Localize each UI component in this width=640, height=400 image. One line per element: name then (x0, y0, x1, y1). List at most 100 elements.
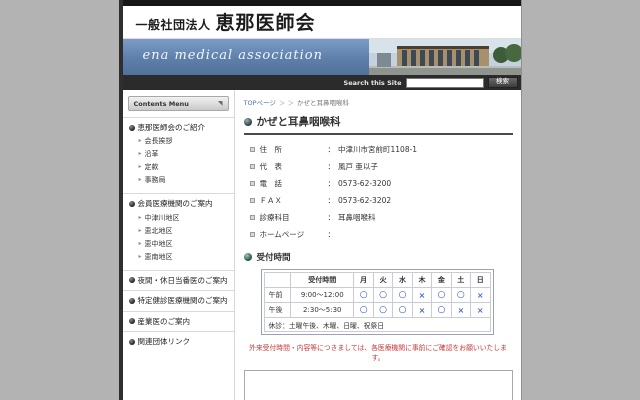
sidebar-subitem-label: 恵中地区 (145, 239, 173, 249)
hours-mark-cell: ○ (354, 303, 373, 318)
info-colon: ： (328, 212, 336, 223)
sidebar-subitem-label: 沿革 (145, 149, 159, 159)
hours-row-label: 午前 (264, 288, 291, 303)
main-row: Contents Menu ◥ 恵那医師会のご紹介▸会長挨拶▸沿革▸定款▸事務局… (123, 90, 521, 400)
hours-mark-cell: ○ (451, 288, 470, 303)
bullet-sphere-icon (244, 118, 252, 126)
hours-day-header: 水 (393, 273, 412, 288)
sidebar-subitem-label: 恵北地区 (145, 226, 173, 236)
hours-mark-cell: × (412, 303, 431, 318)
info-value: 風戸 亜以子 (338, 161, 378, 172)
sidebar: Contents Menu ◥ 恵那医師会のご紹介▸会長挨拶▸沿革▸定款▸事務局… (123, 90, 235, 400)
hours-mark-cell: ○ (393, 303, 412, 318)
info-value: 0573-62-3202 (338, 196, 391, 205)
square-bullet-icon (250, 198, 255, 203)
info-row: ＦＡＸ：0573-62-3202 (250, 195, 513, 206)
sidebar-section-label: 会員医療機関のご案内 (138, 199, 213, 208)
sidebar-subitem[interactable]: ▸沿革 (139, 149, 231, 159)
sidebar-section-link[interactable]: 会員医療機関のご案内 (129, 199, 231, 208)
building-photo (369, 39, 521, 75)
sidebar-subitem-label: 恵南地区 (145, 252, 173, 262)
breadcrumb-home-link[interactable]: TOPページ (244, 99, 276, 107)
clinic-info-list: 住 所：中津川市宮前町1108-1 代 表：風戸 亜以子電 話：0573-62-3… (250, 144, 513, 240)
hours-mark-cell: × (471, 288, 491, 303)
triangle-bullet-icon: ▸ (139, 228, 142, 234)
sidebar-subitem[interactable]: ▸恵中地区 (139, 239, 231, 249)
hours-corner-cell (264, 273, 291, 288)
sidebar-section-label: 恵那医師会のご紹介 (138, 123, 206, 132)
triangle-bullet-icon: ▸ (139, 164, 142, 170)
sidebar-section-link[interactable]: 関連団体リンク (129, 337, 231, 346)
search-button[interactable]: 検索 (488, 77, 518, 88)
triangle-bullet-icon: ▸ (139, 177, 142, 183)
sidebar-section-label: 夜間・休日当番医のご案内 (138, 276, 228, 285)
contents-menu-header[interactable]: Contents Menu ◥ (128, 96, 229, 111)
triangle-bullet-icon: ▸ (139, 241, 142, 247)
sidebar-section: 夜間・休日当番医のご案内 (123, 270, 234, 290)
hours-day-header: 土 (451, 273, 470, 288)
hours-day-header: 月 (354, 273, 373, 288)
page-container: 一般社団法人 恵那医師会 ena medical association Sea… (119, 0, 522, 400)
hours-section-title: 受付時間 (257, 251, 291, 263)
sidebar-subitem[interactable]: ▸事務局 (139, 175, 231, 185)
sidebar-section: 特定健診医療機関のご案内 (123, 290, 234, 310)
sidebar-section-link[interactable]: 特定健診医療機関のご案内 (129, 296, 231, 305)
site-title: 恵那医師会 (216, 14, 316, 33)
hours-mark-cell: × (451, 303, 470, 318)
hours-row-label: 午後 (264, 303, 291, 318)
hours-row: 午前9:00～12:00○○○×○○× (264, 288, 490, 303)
bullet-sphere-icon (244, 253, 252, 261)
hours-row: 午後2:30～5:30○○○×○×× (264, 303, 490, 318)
breadcrumb-separator: ＞ ＞ (279, 99, 294, 107)
square-bullet-icon (250, 164, 255, 169)
info-label: 住 所 (260, 144, 328, 155)
square-bullet-icon (250, 147, 255, 152)
info-label: ＦＡＸ (260, 195, 328, 206)
breadcrumb-current: かぜと耳鼻咽喉科 (297, 99, 349, 107)
info-label: 診療科目 (260, 212, 328, 223)
search-input[interactable] (406, 78, 484, 88)
sidebar-section-link[interactable]: 夜間・休日当番医のご案内 (129, 276, 231, 285)
sidebar-section: 関連団体リンク (123, 331, 234, 351)
sidebar-subitem[interactable]: ▸定款 (139, 162, 231, 172)
info-label: ホームページ (260, 229, 328, 240)
outpatient-notice: 外来受付時間・内容等につきましては、各医療機関に事前にご確認をお願いいたします。 (244, 342, 513, 362)
sidebar-subitem-label: 会長挨拶 (145, 136, 173, 146)
sidebar-section: 産業医のご案内 (123, 311, 234, 331)
search-bar: Search this Site 検索 (123, 75, 521, 90)
info-row: 代 表：風戸 亜以子 (250, 161, 513, 172)
sidebar-subitem[interactable]: ▸中津川地区 (139, 213, 231, 223)
info-row: 電 話：0573-62-3200 (250, 178, 513, 189)
triangle-bullet-icon: ▸ (139, 215, 142, 221)
info-colon: ： (328, 144, 336, 155)
sidebar-section-link[interactable]: 恵那医師会のご紹介 (129, 123, 231, 132)
search-label: Search this Site (344, 79, 402, 87)
banner-script-text: ena medical association (143, 48, 323, 63)
sidebar-subitem[interactable]: ▸恵南地区 (139, 252, 231, 262)
sidebar-section-label: 産業医のご案内 (138, 317, 191, 326)
hours-footer-cell: 休診：土曜午後、木曜、日曜、祝祭日 (264, 318, 490, 332)
chevron-icon: ◥ (218, 100, 223, 107)
dot-bullet-icon (129, 277, 135, 283)
info-row: 診療科目：耳鼻咽喉科 (250, 212, 513, 223)
sidebar-sublist: ▸会長挨拶▸沿革▸定款▸事務局 (139, 136, 231, 185)
hours-mark-cell: ○ (373, 288, 392, 303)
dot-bullet-icon (129, 339, 135, 345)
sidebar-menu: 恵那医師会のご紹介▸会長挨拶▸沿革▸定款▸事務局会員医療機関のご案内▸中津川地区… (123, 117, 234, 351)
contents-menu-label: Contents Menu (134, 100, 189, 108)
hours-mark-cell: × (471, 303, 491, 318)
sidebar-section-link[interactable]: 産業医のご案内 (129, 317, 231, 326)
hours-day-header: 木 (412, 273, 431, 288)
hours-header-row: 受付時間月火水木金土日 (264, 273, 490, 288)
sidebar-subitem-label: 中津川地区 (145, 213, 180, 223)
hours-mark-cell: ○ (354, 288, 373, 303)
info-colon: ： (328, 195, 336, 206)
hours-title-row: 受付時間 (244, 251, 513, 263)
sidebar-subitem[interactable]: ▸恵北地区 (139, 226, 231, 236)
info-row: 住 所：中津川市宮前町1108-1 (250, 144, 513, 155)
square-bullet-icon (250, 215, 255, 220)
map-placeholder (244, 370, 513, 400)
sidebar-subitem[interactable]: ▸会長挨拶 (139, 136, 231, 146)
org-type-label: 一般社団法人 (136, 16, 211, 33)
title-rule (244, 133, 513, 135)
